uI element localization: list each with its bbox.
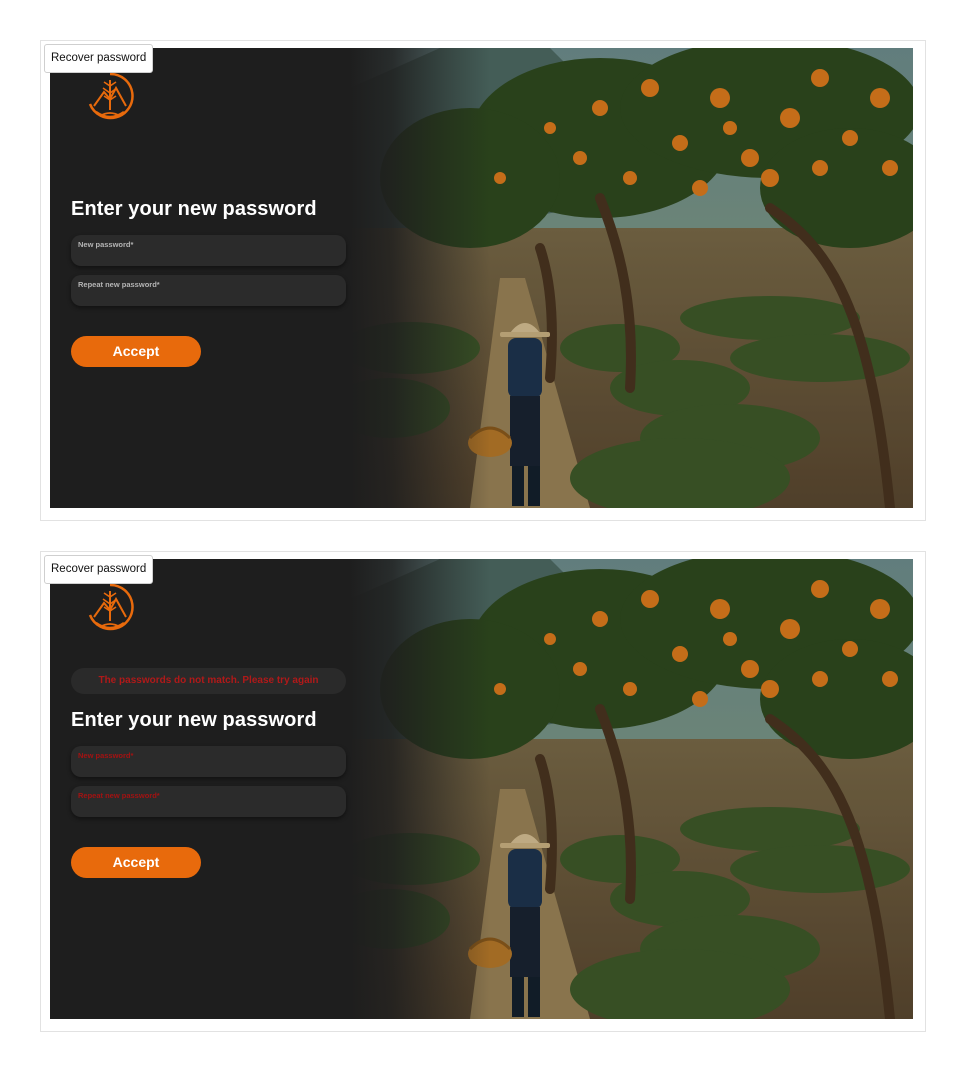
- repeat-password-field[interactable]: Repeat new password*: [71, 786, 346, 817]
- recover-password-screen: Enter your new password New password* Re…: [50, 48, 913, 508]
- frame-label: Recover password: [44, 555, 154, 584]
- accept-button[interactable]: Accept: [71, 336, 201, 367]
- page-title: Enter your new password: [71, 709, 317, 731]
- accept-button[interactable]: Accept: [71, 847, 201, 878]
- new-password-label: New password*: [78, 240, 134, 249]
- form-panel: The passwords do not match. Please try a…: [50, 559, 380, 1019]
- new-password-field[interactable]: New password*: [71, 746, 346, 777]
- repeat-password-field[interactable]: Repeat new password*: [71, 275, 346, 306]
- repeat-password-label: Repeat new password*: [78, 791, 160, 800]
- repeat-password-label: Repeat new password*: [78, 280, 160, 289]
- orchard-background-image: [350, 559, 913, 1019]
- orchard-background-image: [350, 48, 913, 508]
- error-message-banner: The passwords do not match. Please try a…: [71, 668, 346, 694]
- frame-label: Recover password: [44, 44, 154, 73]
- new-password-label: New password*: [78, 751, 134, 760]
- recover-password-screen: The passwords do not match. Please try a…: [50, 559, 913, 1019]
- recover-password-frame-default: Recover password Enter your new password…: [40, 40, 926, 521]
- orchard-tree-logo-icon: [88, 72, 134, 120]
- orchard-tree-logo-icon: [88, 583, 134, 631]
- new-password-field[interactable]: New password*: [71, 235, 346, 266]
- page-title: Enter your new password: [71, 198, 317, 220]
- form-panel: Enter your new password New password* Re…: [50, 48, 380, 508]
- recover-password-frame-error: Recover password The passwords do not ma…: [40, 551, 926, 1032]
